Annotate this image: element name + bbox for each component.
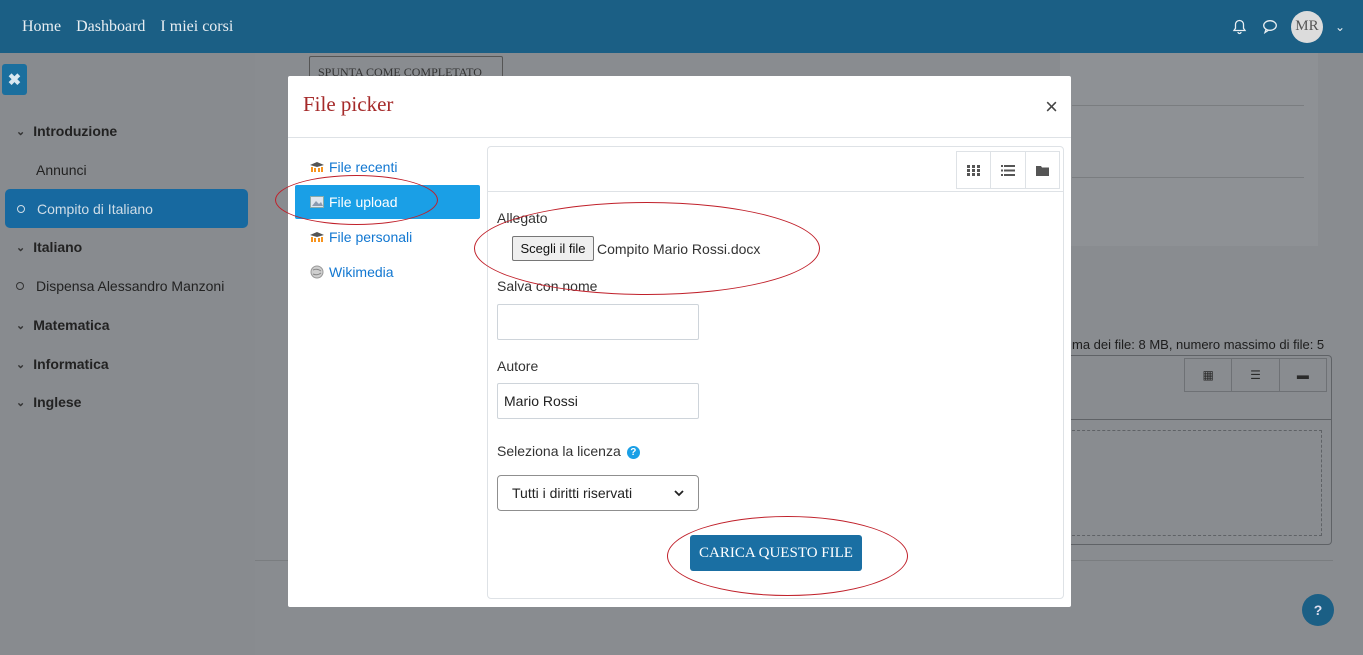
repo-label: Wikimedia <box>329 264 394 280</box>
divider <box>488 191 1063 192</box>
repo-file-recenti[interactable]: File recenti <box>295 150 480 184</box>
drawer-item-label: Annunci <box>36 162 87 178</box>
drawer-item-label: Dispensa Alessandro Manzoni <box>36 278 225 294</box>
top-navbar: Home Dashboard I miei corsi MR ⌄ <box>0 0 1363 53</box>
nav-home-link[interactable]: Home <box>22 18 61 36</box>
close-icon[interactable]: × <box>1045 96 1058 118</box>
file-picker-modal: File picker × File recenti File upload F… <box>288 76 1071 607</box>
course-index-drawer <box>0 53 255 655</box>
nav-my-courses-link[interactable]: I miei corsi <box>160 18 233 36</box>
save-as-input[interactable] <box>497 304 699 340</box>
drawer-item-label: Compito di Italiano <box>37 200 153 217</box>
drawer-section-informatica[interactable]: ⌄ Informatica <box>16 356 109 372</box>
author-label: Autore <box>497 358 539 374</box>
chevron-down-icon: ⌄ <box>16 125 26 138</box>
circle-icon <box>17 204 25 213</box>
repo-label: File personali <box>329 229 413 245</box>
drawer-item-label: Introduzione <box>33 123 118 139</box>
chat-icon[interactable] <box>1261 18 1279 36</box>
chevron-down-icon: ⌄ <box>16 319 26 332</box>
drawer-section-matematica[interactable]: ⌄ Matematica <box>16 317 109 333</box>
upload-panel <box>487 146 1064 599</box>
drawer-item-dispensa[interactable]: Dispensa Alessandro Manzoni <box>16 278 224 294</box>
drawer-item-label: Matematica <box>33 317 110 333</box>
drop-zone[interactable] <box>1072 430 1322 536</box>
repository-list: File recenti File upload File personali … <box>295 150 480 290</box>
upload-icon <box>309 195 325 209</box>
drawer-item-annunci[interactable]: Annunci <box>36 162 87 178</box>
drawer-item-label: Italiano <box>33 239 83 255</box>
save-as-label: Salva con nome <box>497 278 598 294</box>
folder-icon[interactable] <box>1026 152 1059 188</box>
background-view-toolbar: ▦ ☰ ▬ <box>1184 358 1327 392</box>
divider <box>1072 177 1304 178</box>
drawer-item-label: Inglese <box>33 394 82 410</box>
license-select[interactable]: Tutti i diritti riservati <box>497 475 699 511</box>
avatar[interactable]: MR <box>1290 10 1323 43</box>
repo-file-personali[interactable]: File personali <box>295 220 480 254</box>
drawer-section-inglese[interactable]: ⌄ Inglese <box>16 394 81 410</box>
license-label: Seleziona la licenza <box>497 443 621 459</box>
repo-file-upload[interactable]: File upload <box>295 185 480 219</box>
circle-icon <box>16 282 24 290</box>
divider <box>1070 419 1332 420</box>
modal-header: File picker × <box>288 76 1071 138</box>
drawer-section-italiano[interactable]: ⌄ Italiano <box>16 239 82 255</box>
modal-title: File picker <box>303 92 394 116</box>
attachment-label: Allegato <box>497 210 548 226</box>
close-drawer-icon[interactable]: ✖ <box>2 64 27 95</box>
grid-view-icon[interactable]: ▦ <box>1185 359 1233 391</box>
divider <box>1072 105 1304 106</box>
repo-wikimedia[interactable]: Wikimedia <box>295 255 480 289</box>
list-view-icon[interactable] <box>991 152 1026 188</box>
grid-view-icon[interactable] <box>957 152 992 188</box>
license-label-row: Seleziona la licenza? <box>497 443 640 459</box>
drawer-item-label: Informatica <box>33 356 109 372</box>
file-limits-text: ma dei file: 8 MB, numero massimo di fil… <box>1072 337 1325 352</box>
help-button[interactable]: ? <box>1302 594 1334 626</box>
nav-dashboard-link[interactable]: Dashboard <box>76 18 145 36</box>
choose-file-button[interactable]: Scegli il file <box>512 236 594 261</box>
chevron-down-icon: ⌄ <box>16 241 26 254</box>
chevron-down-icon <box>674 489 684 496</box>
help-icon[interactable]: ? <box>626 445 640 459</box>
moodle-icon <box>309 230 325 244</box>
repo-label: File upload <box>329 194 398 210</box>
background-panel <box>1060 53 1318 246</box>
chevron-down-icon[interactable]: ⌄ <box>1335 20 1345 34</box>
moodle-icon <box>309 160 325 174</box>
drawer-section-introduzione[interactable]: ⌄ Introduzione <box>16 123 117 139</box>
repo-label: File recenti <box>329 159 398 175</box>
chosen-file-name: Compito Mario Rossi.docx <box>597 241 761 257</box>
chevron-down-icon: ⌄ <box>16 358 26 371</box>
wikimedia-icon <box>309 265 325 279</box>
list-view-icon[interactable]: ☰ <box>1232 359 1280 391</box>
chevron-down-icon: ⌄ <box>16 396 26 409</box>
view-toolbar <box>956 151 1060 189</box>
license-select-value: Tutti i diritti riservati <box>512 485 633 501</box>
upload-file-button[interactable]: CARICA QUESTO FILE <box>690 535 862 571</box>
drawer-item-compito-di-italiano[interactable]: Compito di Italiano <box>5 189 248 228</box>
bell-icon[interactable] <box>1231 18 1249 36</box>
author-input[interactable]: Mario Rossi <box>497 383 699 419</box>
folder-icon[interactable]: ▬ <box>1280 359 1326 391</box>
